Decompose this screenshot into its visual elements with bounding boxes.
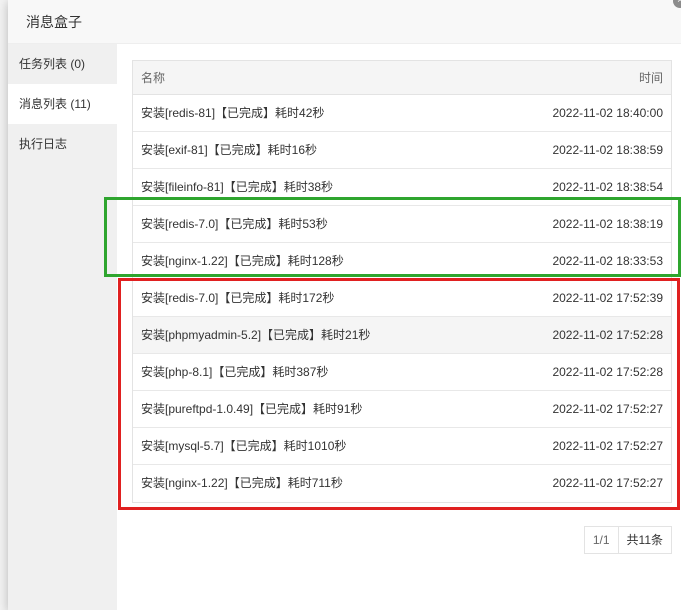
message-time: 2022-11-02 18:38:19 bbox=[552, 217, 663, 231]
message-time: 2022-11-02 17:52:27 bbox=[552, 439, 663, 453]
message-name: 安装[redis-7.0]【已完成】耗时172秒 bbox=[141, 291, 335, 305]
message-list-panel: 名称 时间 安装[redis-81]【已完成】耗时42秒 2022-11-02 1… bbox=[117, 44, 681, 610]
dialog-title: 消息盒子 bbox=[8, 0, 681, 44]
message-time: 2022-11-02 18:40:00 bbox=[552, 106, 663, 120]
message-name: 安装[pureftpd-1.0.49]【已完成】耗时91秒 bbox=[141, 402, 363, 416]
message-name: 安装[phpmyadmin-5.2]【已完成】耗时21秒 bbox=[141, 328, 371, 342]
message-time: 2022-11-02 17:52:39 bbox=[552, 291, 663, 305]
table-row[interactable]: 安装[mysql-5.7]【已完成】耗时1010秒 2022-11-02 17:5… bbox=[133, 428, 671, 465]
table-body: 安装[redis-81]【已完成】耗时42秒 2022-11-02 18:40:0… bbox=[133, 95, 671, 502]
table-row[interactable]: 安装[nginx-1.22]【已完成】耗时128秒 2022-11-02 18:3… bbox=[133, 243, 671, 280]
column-header-time: 时间 bbox=[638, 71, 663, 85]
table-row[interactable]: 安装[pureftpd-1.0.49]【已完成】耗时91秒 2022-11-02 … bbox=[133, 391, 671, 428]
sidebar-item-message-list[interactable]: 消息列表 (11) bbox=[8, 84, 117, 124]
message-time: 2022-11-02 17:52:27 bbox=[552, 476, 663, 490]
message-name: 安装[nginx-1.22]【已完成】耗时128秒 bbox=[141, 254, 344, 268]
table-row[interactable]: 安装[redis-7.0]【已完成】耗时53秒 2022-11-02 18:38:… bbox=[133, 206, 671, 243]
table-row[interactable]: 安装[fileinfo-81]【已完成】耗时38秒 2022-11-02 18:3… bbox=[133, 169, 671, 206]
sidebar: 任务列表 (0) 消息列表 (11) 执行日志 bbox=[8, 44, 117, 610]
message-box-dialog: 消息盒子 × 任务列表 (0) 消息列表 (11) 执行日志 名称 时间 安装[… bbox=[8, 0, 681, 610]
message-time: 2022-11-02 18:38:54 bbox=[552, 180, 663, 194]
page-indicator[interactable]: 1/1 bbox=[585, 527, 619, 553]
message-name: 安装[nginx-1.22]【已完成】耗时711秒 bbox=[141, 476, 343, 490]
message-name: 安装[redis-7.0]【已完成】耗时53秒 bbox=[141, 217, 328, 231]
message-name: 安装[exif-81]【已完成】耗时16秒 bbox=[141, 143, 318, 157]
total-count: 共11条 bbox=[626, 533, 663, 547]
table-row[interactable]: 安装[redis-7.0]【已完成】耗时172秒 2022-11-02 17:52… bbox=[133, 280, 671, 317]
column-header-name: 名称 bbox=[141, 71, 166, 85]
table-header: 名称 时间 bbox=[133, 61, 671, 95]
message-time: 2022-11-02 17:52:28 bbox=[552, 365, 663, 379]
message-table: 名称 时间 安装[redis-81]【已完成】耗时42秒 2022-11-02 1… bbox=[132, 60, 672, 503]
message-time: 2022-11-02 18:38:59 bbox=[552, 143, 663, 157]
table-row[interactable]: 安装[redis-81]【已完成】耗时42秒 2022-11-02 18:40:0… bbox=[133, 95, 671, 132]
message-name: 安装[fileinfo-81]【已完成】耗时38秒 bbox=[141, 180, 334, 194]
message-name: 安装[php-8.1]【已完成】耗时387秒 bbox=[141, 365, 329, 379]
message-time: 2022-11-02 17:52:28 bbox=[552, 328, 663, 342]
table-row[interactable]: 安装[nginx-1.22]【已完成】耗时711秒 2022-11-02 17:5… bbox=[133, 465, 671, 502]
sidebar-item-execution-log[interactable]: 执行日志 bbox=[8, 124, 117, 164]
pagination: 1/1 共11条 bbox=[583, 526, 672, 554]
message-name: 安装[mysql-5.7]【已完成】耗时1010秒 bbox=[141, 439, 347, 453]
message-time: 2022-11-02 17:52:27 bbox=[552, 402, 663, 416]
table-row[interactable]: 安装[php-8.1]【已完成】耗时387秒 2022-11-02 17:52:2… bbox=[133, 354, 671, 391]
table-row[interactable]: 安装[exif-81]【已完成】耗时16秒 2022-11-02 18:38:59 bbox=[133, 132, 671, 169]
message-name: 安装[redis-81]【已完成】耗时42秒 bbox=[141, 106, 325, 120]
sidebar-item-task-list[interactable]: 任务列表 (0) bbox=[8, 44, 117, 84]
table-row[interactable]: 安装[phpmyadmin-5.2]【已完成】耗时21秒 2022-11-02 1… bbox=[133, 317, 671, 354]
message-time: 2022-11-02 18:33:53 bbox=[552, 254, 663, 268]
